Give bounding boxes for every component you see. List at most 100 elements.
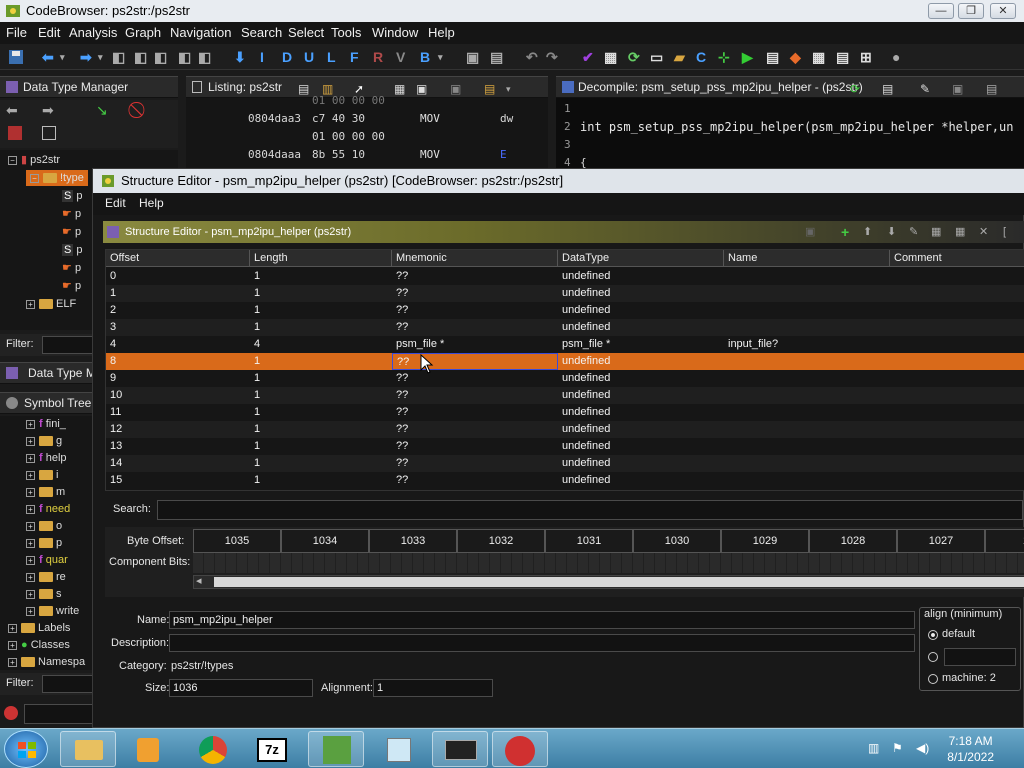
col-mnemonic[interactable]: Mnemonic: [392, 250, 558, 267]
maximize-button[interactable]: ❐: [958, 3, 984, 19]
listing-address[interactable]: 0804daaa: [248, 148, 301, 161]
cell-length[interactable]: 1: [254, 438, 260, 455]
table-row[interactable]: 10 1?? undefined: [106, 387, 1024, 404]
col-comment[interactable]: Comment: [890, 250, 1024, 267]
align-machine-radio[interactable]: [928, 674, 938, 684]
align-default-radio[interactable]: [928, 630, 938, 640]
cell-name[interactable]: input_file?: [728, 336, 778, 353]
cell-offset[interactable]: 11: [110, 404, 121, 421]
symbol-item[interactable]: + f quar: [26, 552, 68, 568]
cell-datatype[interactable]: undefined: [562, 319, 610, 336]
symbol-item[interactable]: + write: [26, 603, 79, 619]
tree-leaf[interactable]: ☛ p: [62, 278, 81, 294]
decompile-signature[interactable]: int psm_setup_pss_mp2ipu_helper(psm_mp2i…: [580, 120, 1013, 134]
folder-icon[interactable]: ▰: [674, 48, 685, 66]
undo-icon[interactable]: ↶: [526, 48, 538, 66]
duplicate-multiple-icon[interactable]: ▦: [955, 221, 965, 243]
tree-root-ps2str[interactable]: − ▮ ps2str: [8, 152, 60, 168]
symbol-item[interactable]: + g: [26, 433, 62, 449]
listing-mnemonic[interactable]: MOV: [420, 112, 440, 125]
tray-network-icon[interactable]: ▥: [868, 741, 879, 755]
table-row[interactable]: 9 1?? undefined: [106, 370, 1024, 387]
cell-offset[interactable]: 9: [110, 370, 116, 387]
forward-arrow-icon[interactable]: ➡: [80, 48, 92, 66]
tree-types-folder[interactable]: − !type: [26, 170, 88, 186]
nav-bookmark-icon[interactable]: B: [420, 48, 430, 66]
cell-mnemonic[interactable]: ??: [396, 302, 408, 319]
cell-mnemonic[interactable]: ??: [396, 421, 408, 438]
ghidra-project-task[interactable]: [308, 731, 364, 767]
cell-mnemonic[interactable]: psm_file *: [396, 336, 444, 353]
listing-fields-icon[interactable]: ▦: [394, 79, 405, 99]
more-icon[interactable]: [: [1003, 221, 1006, 243]
cell-datatype[interactable]: undefined: [562, 353, 610, 370]
forward-icon[interactable]: ➡: [42, 102, 54, 119]
symbol-namespaces[interactable]: + Namespa: [8, 654, 85, 670]
symbol-item[interactable]: + f fini_: [26, 416, 66, 432]
cell-length[interactable]: 1: [254, 387, 260, 404]
tray-volume-icon[interactable]: ◀): [916, 741, 929, 755]
scrollbar-thumb[interactable]: [214, 577, 1024, 587]
cell-length[interactable]: 1: [254, 302, 260, 319]
bookmark-icon[interactable]: ◧: [134, 48, 147, 66]
menu-search[interactable]: Search: [241, 25, 282, 40]
scroll-left-icon[interactable]: ◂: [196, 574, 202, 587]
alignment-field[interactable]: 1: [373, 679, 493, 697]
cell-mnemonic[interactable]: ??: [396, 319, 408, 336]
cell-length[interactable]: 1: [254, 268, 260, 285]
minimize-button[interactable]: —: [928, 3, 954, 19]
listing-operand[interactable]: E: [500, 148, 507, 161]
terminal-task[interactable]: [432, 731, 488, 767]
cell-offset[interactable]: 8: [110, 353, 116, 370]
search-input[interactable]: [157, 500, 1023, 520]
align-explicit-field[interactable]: [944, 648, 1016, 666]
decompile-snapshot-icon[interactable]: ▣: [952, 79, 963, 99]
symbol-labels[interactable]: + Labels: [8, 620, 70, 636]
col-name[interactable]: Name: [724, 250, 890, 267]
symbol-filter-input[interactable]: [42, 675, 94, 693]
cell-length[interactable]: 1: [254, 370, 260, 387]
run-icon[interactable]: ▶: [742, 48, 753, 66]
chrome-task[interactable]: [184, 731, 240, 767]
snapshot-icon[interactable]: ▣: [450, 79, 461, 99]
listing-diff-icon[interactable]: ▣: [416, 79, 427, 99]
explorer-task[interactable]: [60, 731, 116, 767]
label-nav-icon[interactable]: ◧: [178, 48, 191, 66]
cell-mnemonic[interactable]: ??: [396, 285, 408, 302]
cell-offset[interactable]: 12: [110, 421, 122, 438]
function-graph-icon[interactable]: ⊹: [718, 48, 730, 66]
cell-length[interactable]: 1: [254, 319, 260, 336]
tree-leaf[interactable]: S p: [62, 188, 83, 204]
cell-datatype[interactable]: undefined: [562, 302, 610, 319]
table-row[interactable]: 15 1?? undefined: [106, 472, 1024, 489]
dtm-list-icon[interactable]: [42, 126, 56, 140]
menu-graph[interactable]: Graph: [125, 25, 161, 40]
listing-address[interactable]: 0804daa3: [248, 112, 301, 125]
cell-length[interactable]: 1: [254, 404, 260, 421]
down-arrow-icon[interactable]: ⬇: [234, 48, 246, 66]
menu-help[interactable]: Help: [428, 25, 455, 40]
cell-length[interactable]: 1: [254, 455, 260, 472]
arrow-down-icon[interactable]: ↘: [96, 102, 108, 119]
table-row[interactable]: 1 1?? undefined: [106, 285, 1024, 302]
back-dropdown-icon[interactable]: ▾: [60, 48, 65, 66]
edit-icon[interactable]: ✎: [909, 221, 918, 243]
nav-label-icon[interactable]: L: [327, 48, 336, 66]
tree-leaf[interactable]: ☛ p: [62, 260, 81, 276]
table-row[interactable]: 4 4 psm_file * psm_file * input_file?: [106, 336, 1024, 353]
refresh-icon[interactable]: ⟳: [628, 48, 640, 66]
tree-leaf[interactable]: ☛ p: [62, 206, 81, 222]
cell-datatype[interactable]: undefined: [562, 370, 610, 387]
menu-tools[interactable]: Tools: [331, 25, 361, 40]
dtm-filter-icon[interactable]: [8, 126, 22, 140]
system-clock[interactable]: 7:18 AM 8/1/2022: [947, 733, 994, 765]
forward-dropdown-icon[interactable]: ▾: [98, 48, 103, 66]
listing-operand[interactable]: dw: [500, 112, 513, 125]
close-button[interactable]: ✕: [990, 3, 1016, 19]
bookmark-dropdown-icon[interactable]: ▾: [438, 48, 443, 66]
checkmark-icon[interactable]: ✔: [582, 48, 594, 66]
table-row[interactable]: 11 1?? undefined: [106, 404, 1024, 421]
tray-flag-icon[interactable]: ⚑: [892, 741, 903, 755]
cell-offset[interactable]: 14: [110, 455, 122, 472]
bytes-icon[interactable]: ▦: [604, 48, 617, 66]
